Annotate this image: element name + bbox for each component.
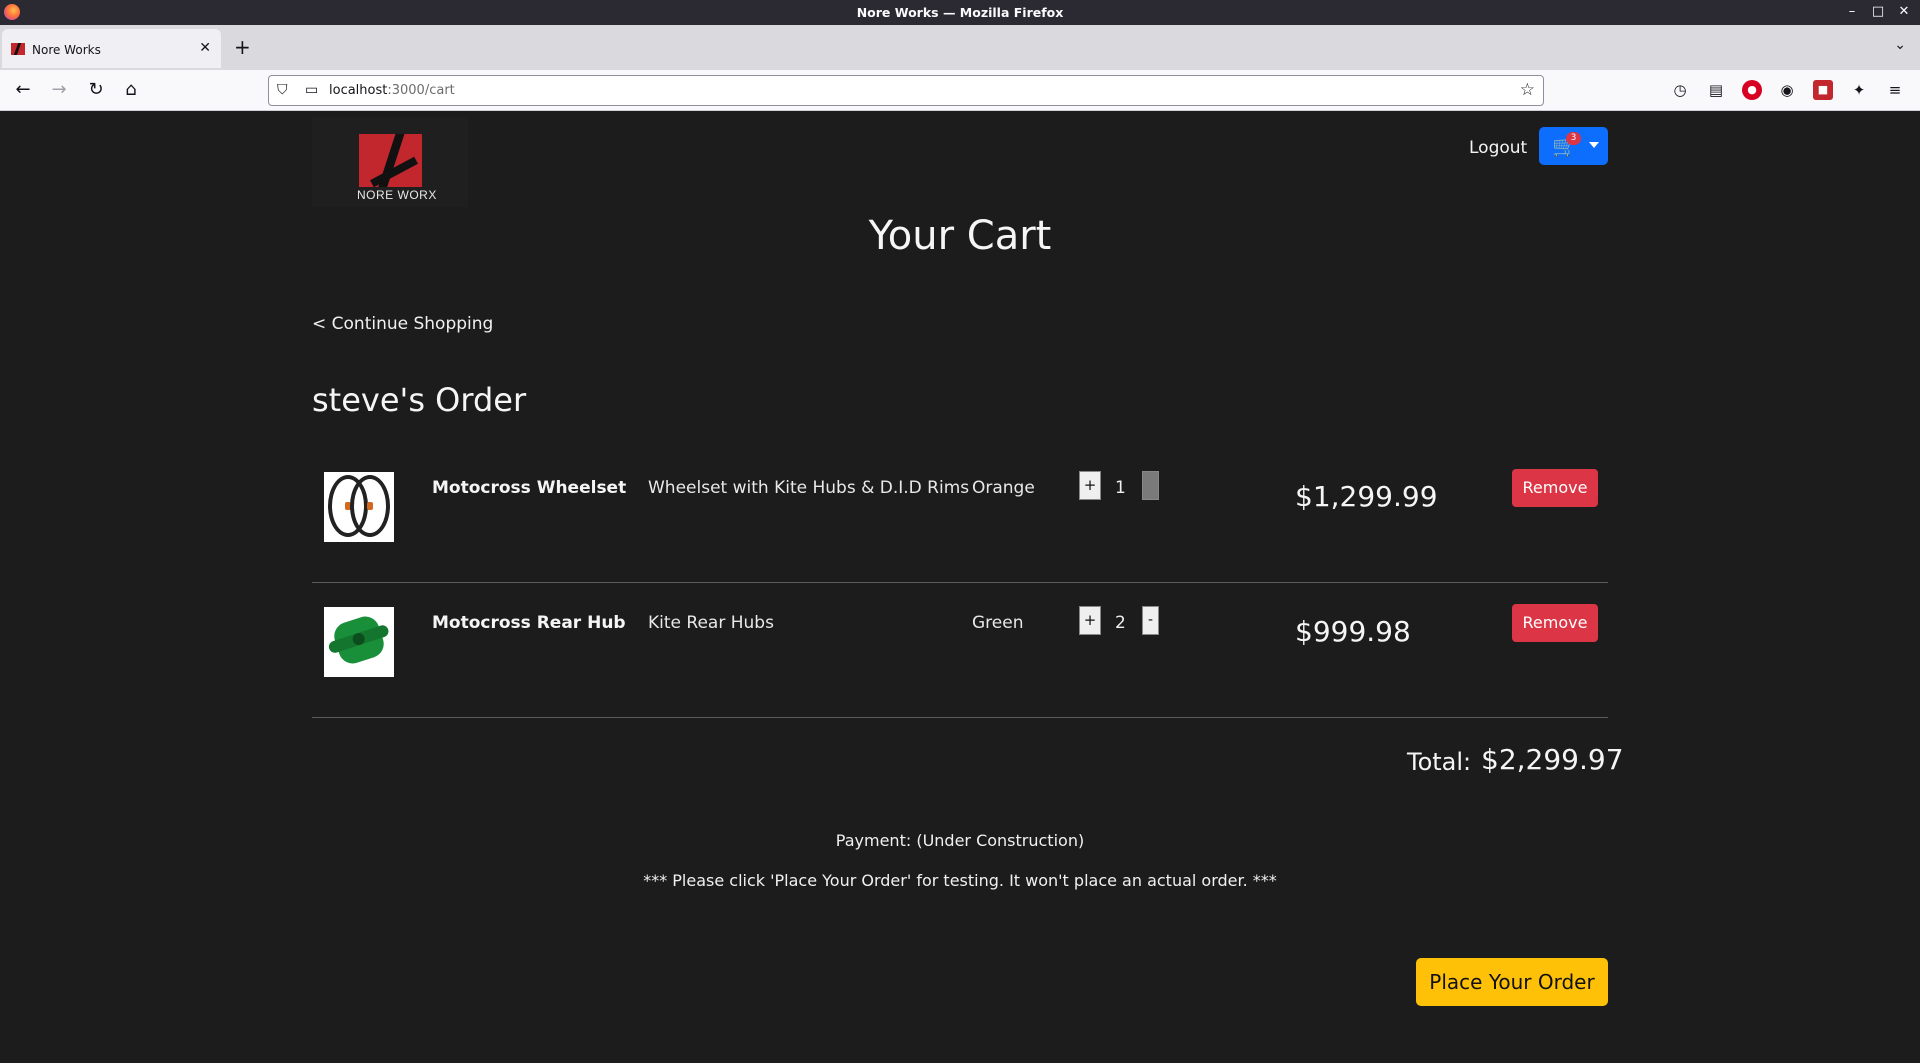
remove-button[interactable]: Remove [1512, 469, 1598, 507]
logo-text: NORE WORX [357, 188, 437, 202]
extensions-puzzle-icon[interactable]: ✦ [1849, 80, 1869, 100]
close-tab-icon[interactable]: ✕ [199, 40, 211, 56]
reload-icon[interactable]: ↻ [84, 78, 108, 102]
list-tabs-icon[interactable]: ⌄ [1894, 37, 1906, 53]
extension-icon[interactable]: ◉ [1777, 80, 1797, 100]
increase-quantity-button[interactable]: + [1079, 471, 1101, 500]
minimize-icon[interactable]: – [1844, 4, 1860, 20]
product-color: Green [972, 613, 1024, 633]
increase-quantity-button[interactable]: + [1079, 606, 1101, 635]
quantity-value: 1 [1115, 478, 1126, 498]
page-content: NORE WORX Logout 🛒 3 Your Cart < Continu… [0, 111, 1920, 1063]
payment-status-text: Payment: (Under Construction) [835, 831, 1085, 850]
url-host: localhost [329, 83, 388, 98]
product-color: Orange [972, 478, 1035, 498]
cart-item-row: Motocross Rear Hub Kite Rear Hubs Green … [312, 583, 1608, 718]
page-icon[interactable]: ▭ [305, 82, 318, 98]
product-image [324, 472, 394, 542]
reader-view-icon[interactable]: ▤ [1706, 80, 1726, 100]
site-logo[interactable]: NORE WORX [312, 117, 468, 207]
order-title: steve's Order [312, 381, 527, 419]
wheel-image-icon [350, 475, 390, 537]
cart-dropdown-button[interactable]: 🛒 3 [1539, 127, 1608, 165]
product-description: Wheelset with Kite Hubs & D.I.D Rims [648, 478, 970, 498]
cart-item-row: Motocross Wheelset Wheelset with Kite Hu… [312, 448, 1608, 583]
product-name: Motocross Rear Hub [432, 613, 626, 633]
page-title: Your Cart [868, 213, 1052, 259]
close-window-icon[interactable]: ✕ [1896, 4, 1912, 20]
quantity-value: 2 [1115, 613, 1126, 633]
app-menu-icon[interactable]: ≡ [1885, 80, 1905, 100]
tab-label: Nore Works [32, 43, 101, 57]
decrease-quantity-button[interactable]: - [1142, 606, 1159, 635]
shield-icon[interactable]: ⛉ [277, 82, 288, 98]
red-extension-icon[interactable]: ■ [1813, 80, 1833, 100]
home-icon[interactable]: ⌂ [119, 78, 143, 102]
bookmark-star-icon[interactable]: ☆ [1520, 80, 1535, 100]
place-order-button[interactable]: Place Your Order [1416, 958, 1608, 1006]
hub-image-icon [330, 612, 388, 668]
url-path: :3000/cart [387, 83, 455, 98]
logout-link[interactable]: Logout [1469, 138, 1527, 158]
url-text[interactable]: localhost:3000/cart [329, 83, 455, 98]
item-price: $1,299.99 [1295, 480, 1438, 513]
cart-count-badge: 3 [1566, 132, 1581, 145]
window-title: Nore Works — Mozilla Firefox [856, 5, 1064, 20]
product-image [324, 607, 394, 677]
url-bar[interactable]: ⛉ ▭ localhost:3000/cart ☆ [268, 75, 1544, 106]
tab-nore-works[interactable]: Nore Works ✕ [2, 29, 221, 68]
product-description: Kite Rear Hubs [648, 613, 774, 633]
forward-icon[interactable]: → [47, 78, 71, 102]
continue-shopping-link[interactable]: < Continue Shopping [312, 314, 493, 334]
total-label: Total: [1407, 748, 1472, 776]
site-favicon-icon [11, 43, 25, 55]
maximize-icon[interactable]: □ [1870, 4, 1886, 20]
logo-mark-icon [359, 134, 422, 187]
ublock-extension-icon[interactable]: ● [1742, 80, 1762, 100]
testing-notice-text: *** Please click 'Place Your Order' for … [643, 871, 1277, 890]
window-titlebar: Nore Works — Mozilla Firefox – □ ✕ [0, 0, 1920, 25]
product-name: Motocross Wheelset [432, 478, 627, 498]
history-icon[interactable]: ◷ [1670, 80, 1690, 100]
total-value: $2,299.97 [1481, 743, 1624, 776]
decrease-quantity-button[interactable]: - [1142, 471, 1159, 500]
item-price: $999.98 [1295, 615, 1411, 648]
navigation-toolbar: ← → ↻ ⌂ ⛉ ▭ localhost:3000/cart ☆ ◷ ▤ ● … [0, 70, 1920, 111]
caret-down-icon [1589, 142, 1599, 148]
back-icon[interactable]: ← [11, 78, 35, 102]
window-controls: – □ ✕ [1844, 4, 1912, 20]
tab-bar: Nore Works ✕ + ⌄ [0, 25, 1920, 70]
remove-button[interactable]: Remove [1512, 604, 1598, 642]
new-tab-icon[interactable]: + [234, 35, 251, 59]
